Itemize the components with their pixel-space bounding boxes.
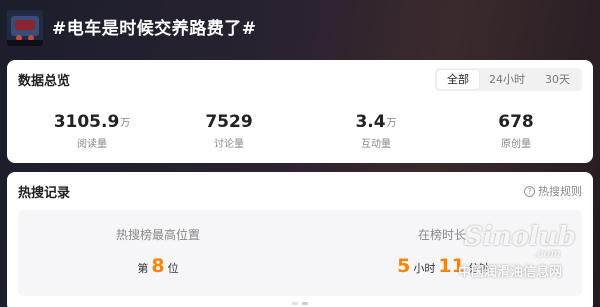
topic-title: #电车是时候交养路费了# [52, 19, 257, 39]
stat-interactions: 3.4万 互动量 [306, 112, 446, 150]
stat-label: 阅读量 [77, 139, 107, 150]
tab-24h[interactable]: 24小时 [479, 70, 535, 89]
hot-search-rules-link[interactable]: ? 热搜规则 [524, 183, 582, 199]
question-circle-icon: ? [524, 185, 535, 197]
stat-value: 3.4万 [355, 112, 397, 132]
duration-block: 在榜时长 5 小时 11 分钟 [302, 226, 582, 277]
best-position-block: 热搜榜最高位置 第8位 [18, 226, 298, 277]
time-range-tabs: 全部 24小时 30天 [435, 68, 582, 91]
stat-label: 讨论量 [214, 139, 244, 150]
duration-value: 5 小时 11 分钟 [397, 255, 490, 277]
overview-card: 数据总览 全部 24小时 30天 3105.9万 阅读量 7529 讨论量 3.… [7, 60, 593, 163]
tab-all[interactable]: 全部 [437, 70, 479, 89]
hot-search-rules-label: 热搜规则 [538, 185, 582, 198]
stats-row: 3105.9万 阅读量 7529 讨论量 3.4万 互动量 678 原创量 [7, 112, 593, 152]
stat-discussions: 7529 讨论量 [159, 112, 299, 150]
tab-30d[interactable]: 30天 [535, 70, 580, 89]
topic-header: #电车是时候交养路费了# [0, 0, 600, 56]
stat-reads: 3105.9万 阅读量 [22, 112, 162, 150]
best-position-number: 8 [151, 255, 165, 277]
pagination-dot[interactable] [302, 302, 308, 305]
hot-search-title: 热搜记录 [18, 186, 71, 201]
hot-search-record-panel: 热搜榜最高位置 第8位 在榜时长 5 小时 11 分钟 [18, 210, 582, 296]
stat-originals: 678 原创量 [446, 112, 586, 150]
stat-unit: 万 [120, 118, 131, 129]
duration-label: 在榜时长 [417, 228, 466, 242]
stat-value: 7529 [205, 112, 253, 132]
hot-search-card: 热搜记录 ? 热搜规则 热搜榜最高位置 第8位 在榜时长 5 小时 11 分钟 [7, 172, 593, 307]
thumbnail-image-icon [7, 10, 43, 46]
duration-hours: 5 [397, 255, 411, 277]
overview-title: 数据总览 [18, 74, 71, 89]
stat-value: 678 [498, 112, 534, 132]
duration-minutes: 11 [438, 255, 465, 277]
pagination-dots [7, 290, 593, 307]
stat-label: 互动量 [361, 139, 391, 150]
stat-unit: 万 [386, 118, 397, 129]
best-position-value: 第8位 [137, 255, 179, 277]
best-position-label: 热搜榜最高位置 [115, 228, 200, 242]
stat-value: 3105.9万 [53, 112, 131, 132]
topic-thumbnail[interactable] [7, 10, 43, 46]
pagination-dot[interactable] [292, 302, 298, 305]
stat-label: 原创量 [501, 139, 531, 150]
